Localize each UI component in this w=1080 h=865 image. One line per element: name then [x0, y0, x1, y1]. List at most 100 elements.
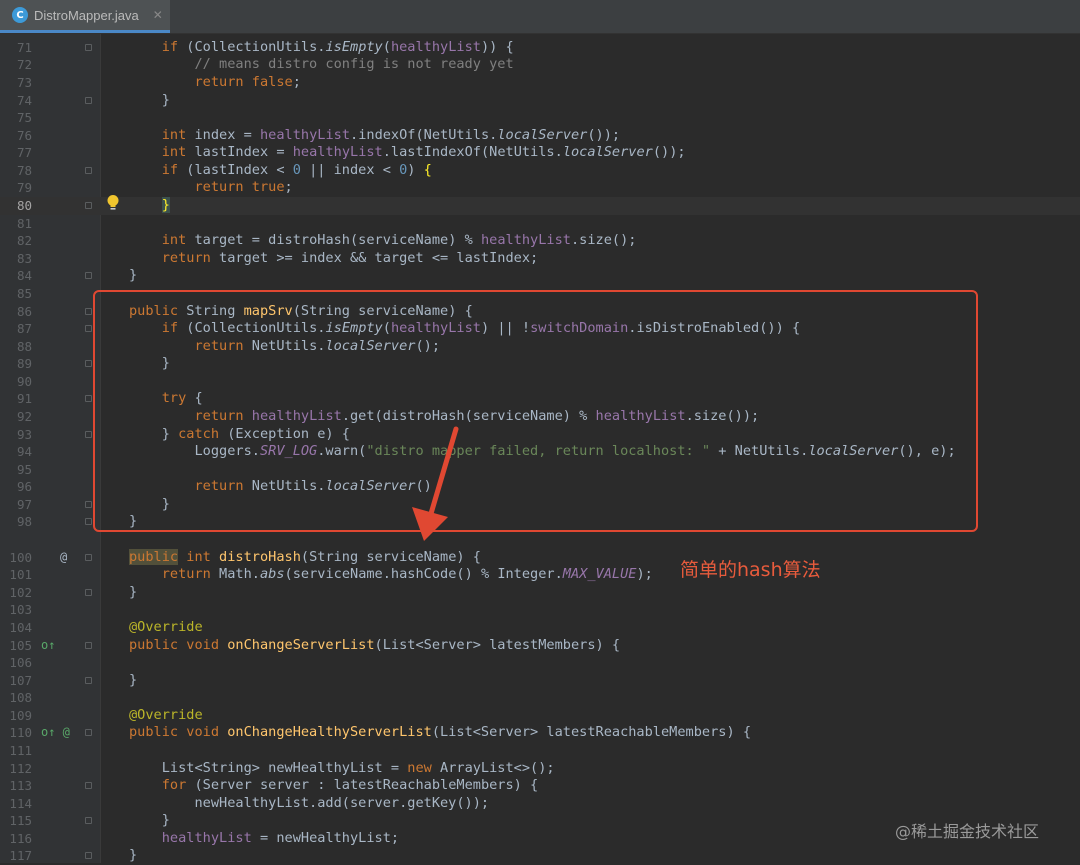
code-line[interactable]: 83 return target >= index && target <= l…	[0, 250, 1080, 268]
code-line[interactable]: 84}	[0, 267, 1080, 285]
line-number: 82	[16, 233, 32, 249]
code-line[interactable]: 76 int index = healthyList.indexOf(NetUt…	[0, 127, 1080, 145]
code-text: }	[129, 583, 138, 600]
line-number: 81	[16, 215, 32, 231]
code-line[interactable]: 79 return true;	[0, 179, 1080, 197]
code-line[interactable]: 72 // means distro config is not ready y…	[0, 56, 1080, 74]
close-icon[interactable]: ✕	[153, 8, 163, 22]
code-line[interactable]: 114 newHealthyList.add(server.getKey());	[0, 795, 1080, 813]
line-number: 87	[16, 321, 32, 337]
line-number: 83	[16, 250, 32, 266]
fold-marker-icon[interactable]	[85, 395, 92, 403]
code-line[interactable]: 75	[0, 109, 1080, 127]
fold-marker-icon[interactable]	[85, 325, 92, 333]
fold-marker-icon[interactable]	[85, 588, 92, 596]
override-icon[interactable]: o↑	[41, 637, 55, 655]
code-text: if (lastIndex < 0 || index < 0) {	[161, 161, 432, 178]
override-icon[interactable]: o↑ @	[41, 724, 70, 742]
code-line[interactable]: 106	[0, 654, 1080, 672]
code-line[interactable]: 110 o↑ @ public void onChangeHealthyServer…	[0, 724, 1080, 742]
line-number: 95	[16, 461, 32, 477]
code-line[interactable]: 102}	[0, 584, 1080, 602]
fold-marker-icon[interactable]	[85, 553, 92, 561]
code-line[interactable]: 103	[0, 601, 1080, 619]
code-text: return true;	[194, 179, 293, 196]
fold-marker-icon[interactable]	[85, 641, 92, 649]
line-number: 76	[16, 127, 32, 143]
fold-marker-icon[interactable]	[85, 782, 92, 790]
line-number: 84	[16, 268, 32, 284]
fold-marker-icon[interactable]	[85, 43, 92, 51]
arrow-annotation	[412, 426, 459, 541]
code-text: int index = healthyList.indexOf(NetUtils…	[161, 126, 621, 143]
code-line[interactable]: 104 @Override	[0, 619, 1080, 637]
code-line[interactable]: 100 @ public int distroHash(String service…	[0, 548, 1080, 567]
fold-marker-icon[interactable]	[85, 729, 92, 737]
line-number: 77	[16, 145, 32, 161]
code-line[interactable]: 73 return false;	[0, 74, 1080, 92]
fold-marker-icon[interactable]	[85, 817, 92, 825]
line-number: 110	[9, 725, 32, 741]
code-line[interactable]: 113 for (Server server : latestReachable…	[0, 777, 1080, 795]
code-line[interactable]: 78 if (lastIndex < 0 || index < 0) {	[0, 162, 1080, 180]
annotation-at-icon[interactable]: @	[60, 549, 67, 567]
java-class-icon: C	[12, 7, 28, 23]
line-number: 92	[16, 408, 32, 424]
tab-distromapper-java[interactable]: C DistroMapper.java ✕	[0, 0, 170, 33]
fold-marker-icon[interactable]	[85, 430, 92, 438]
code-line[interactable]: 112 List<String> newHealthyList = new Ar…	[0, 760, 1080, 778]
code-line[interactable]: 82 int target = distroHash(serviceName) …	[0, 232, 1080, 250]
line-number: 72	[16, 57, 32, 73]
fold-marker-icon[interactable]	[85, 307, 92, 315]
code-line[interactable]: 111	[0, 742, 1080, 760]
fold-marker-icon[interactable]	[85, 272, 92, 280]
line-number: 97	[16, 496, 32, 512]
line-number: 89	[16, 356, 32, 372]
fold-marker-icon[interactable]	[85, 676, 92, 684]
line-number: 116	[9, 830, 32, 846]
code-line[interactable]: 101 return Math.abs(serviceName.hashCode…	[0, 566, 1080, 584]
fold-marker-icon[interactable]	[85, 202, 92, 210]
tab-label: DistroMapper.java	[34, 7, 139, 23]
fold-marker-icon[interactable]	[85, 96, 92, 104]
line-number: 100	[9, 549, 32, 565]
code-text: healthyList = newHealthyList;	[161, 829, 400, 846]
code-line[interactable]: 117}	[0, 847, 1080, 865]
code-line[interactable]: 108	[0, 689, 1080, 707]
code-line[interactable]	[0, 531, 1080, 549]
code-text: for (Server server : latestReachableMemb…	[161, 777, 539, 794]
fold-marker-icon[interactable]	[85, 852, 92, 860]
code-line[interactable]: 105 o↑ public void onChangeServerList(List…	[0, 637, 1080, 655]
line-number: 104	[9, 619, 32, 635]
line-number: 108	[9, 690, 32, 706]
code-line[interactable]: 81	[0, 215, 1080, 233]
annotation-text: 简单的hash算法	[680, 559, 821, 581]
code-text: return target >= index && target <= last…	[161, 249, 539, 266]
code-text: public void onChangeServerList(List<Serv…	[129, 636, 621, 653]
code-text: }	[129, 847, 138, 864]
fold-marker-icon[interactable]	[85, 166, 92, 174]
line-number: 90	[16, 373, 32, 389]
line-number: 111	[9, 743, 32, 758]
line-number: 91	[16, 391, 32, 407]
code-text: @Override	[129, 618, 203, 635]
code-line[interactable]: 74 }	[0, 92, 1080, 110]
lightbulb-icon[interactable]	[106, 194, 120, 212]
fold-marker-icon[interactable]	[85, 360, 92, 368]
code-line[interactable]: 77 int lastIndex = healthyList.lastIndex…	[0, 144, 1080, 162]
line-number: 80	[16, 198, 32, 214]
fold-marker-icon[interactable]	[85, 518, 92, 526]
code-text: @Override	[129, 706, 203, 723]
line-number: 103	[9, 602, 32, 618]
code-line[interactable]: 71 if (CollectionUtils.isEmpty(healthyLi…	[0, 39, 1080, 57]
code-text: }	[129, 671, 138, 688]
code-line[interactable]: 107}	[0, 672, 1080, 690]
code-text: newHealthyList.add(server.getKey());	[129, 794, 490, 811]
line-number: 112	[9, 760, 32, 776]
code-text: int target = distroHash(serviceName) % h…	[161, 232, 637, 249]
code-line[interactable]: 80 }	[0, 197, 1080, 215]
fold-marker-icon[interactable]	[85, 500, 92, 508]
code-line[interactable]: 109 @Override	[0, 707, 1080, 725]
code-text: }	[129, 91, 170, 108]
line-number: 109	[9, 707, 32, 723]
